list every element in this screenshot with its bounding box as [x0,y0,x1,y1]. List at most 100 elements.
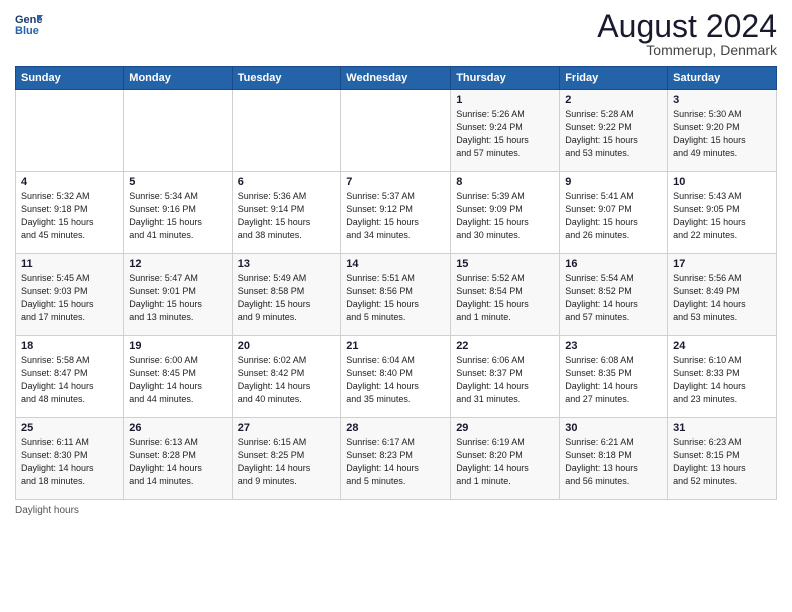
day-cell-2: 2Sunrise: 5:28 AM Sunset: 9:22 PM Daylig… [560,90,668,172]
empty-cell [124,90,232,172]
day-info-15: Sunrise: 5:52 AM Sunset: 8:54 PM Dayligh… [456,272,554,324]
empty-cell [16,90,124,172]
day-cell-22: 22 Sunrise: 6:06 AM Sunset: 8:37 PM Dayli… [451,336,560,418]
logo: General Blue [15,10,47,38]
day-info-10: Sunrise: 5:43 AM Sunset: 9:05 PM Dayligh… [673,190,771,242]
day-info-6: Sunrise: 5:36 AM Sunset: 9:14 PM Dayligh… [238,190,336,242]
day-number-14: 14 [346,258,445,270]
weekday-header-row: SundayMondayTuesdayWednesdayThursdayFrid… [16,67,777,90]
day-number-11: 11 [21,258,118,270]
day-info-30: Sunrise: 6:21 AM Sunset: 8:18 PM Dayligh… [565,436,662,488]
day-info-4: Sunrise: 5:32 AM Sunset: 9:18 PM Dayligh… [21,190,118,242]
day-number-30: 30 [565,422,662,434]
day-info-24: Sunrise: 6:10 AM Sunset: 8:33 PM Dayligh… [673,354,771,406]
day-cell-19: 19 Sunrise: 6:00 AM Sunset: 8:45 PM Dayli… [124,336,232,418]
day-cell-10: 10 Sunrise: 5:43 AM Sunset: 9:05 PM Dayli… [668,172,777,254]
weekday-thursday: Thursday [451,67,560,90]
week-row-2: 4 Sunrise: 5:32 AM Sunset: 9:18 PM Daylig… [16,172,777,254]
day-info-11: Sunrise: 5:45 AM Sunset: 9:03 PM Dayligh… [21,272,118,324]
day-cell-6: 6Sunrise: 5:36 AM Sunset: 9:14 PM Daylig… [232,172,341,254]
day-number-4: 4 [21,176,118,188]
calendar-table: SundayMondayTuesdayWednesdayThursdayFrid… [15,66,777,500]
weekday-saturday: Saturday [668,67,777,90]
day-number-7: 7 [346,176,445,188]
day-number-12: 12 [129,258,226,270]
empty-cell [232,90,341,172]
day-cell-30: 30 Sunrise: 6:21 AM Sunset: 8:18 PM Dayli… [560,418,668,500]
day-cell-16: 16 Sunrise: 5:54 AM Sunset: 8:52 PM Dayli… [560,254,668,336]
day-info-7: Sunrise: 5:37 AM Sunset: 9:12 PM Dayligh… [346,190,445,242]
footer-text: Daylight hours [15,505,79,516]
day-info-13: Sunrise: 5:49 AM Sunset: 8:58 PM Dayligh… [238,272,336,324]
day-number-8: 8 [456,176,554,188]
day-cell-21: 21Sunrise: 6:04 AM Sunset: 8:40 PM Dayli… [341,336,451,418]
day-cell-17: 17 Sunrise: 5:56 AM Sunset: 8:49 PM Dayli… [668,254,777,336]
location: Tommerup, Denmark [597,42,777,58]
weekday-friday: Friday [560,67,668,90]
day-cell-26: 26Sunrise: 6:13 AM Sunset: 8:28 PM Dayli… [124,418,232,500]
day-info-21: Sunrise: 6:04 AM Sunset: 8:40 PM Dayligh… [346,354,445,406]
day-info-16: Sunrise: 5:54 AM Sunset: 8:52 PM Dayligh… [565,272,662,324]
week-row-1: 1Sunrise: 5:26 AM Sunset: 9:24 PM Daylig… [16,90,777,172]
day-cell-27: 27Sunrise: 6:15 AM Sunset: 8:25 PM Dayli… [232,418,341,500]
day-info-17: Sunrise: 5:56 AM Sunset: 8:49 PM Dayligh… [673,272,771,324]
day-cell-18: 18Sunrise: 5:58 AM Sunset: 8:47 PM Dayli… [16,336,124,418]
day-cell-23: 23 Sunrise: 6:08 AM Sunset: 8:35 PM Dayli… [560,336,668,418]
weekday-wednesday: Wednesday [341,67,451,90]
title-block: August 2024 Tommerup, Denmark [597,10,777,58]
day-cell-12: 12 Sunrise: 5:47 AM Sunset: 9:01 PM Dayli… [124,254,232,336]
day-cell-9: 9Sunrise: 5:41 AM Sunset: 9:07 PM Daylig… [560,172,668,254]
day-info-28: Sunrise: 6:17 AM Sunset: 8:23 PM Dayligh… [346,436,445,488]
day-cell-25: 25 Sunrise: 6:11 AM Sunset: 8:30 PM Dayli… [16,418,124,500]
day-number-19: 19 [129,340,226,352]
svg-text:Blue: Blue [15,25,39,37]
day-cell-29: 29 Sunrise: 6:19 AM Sunset: 8:20 PM Dayli… [451,418,560,500]
month-title: August 2024 [597,10,777,42]
day-info-1: Sunrise: 5:26 AM Sunset: 9:24 PM Dayligh… [456,108,554,160]
day-number-17: 17 [673,258,771,270]
day-number-29: 29 [456,422,554,434]
day-info-2: Sunrise: 5:28 AM Sunset: 9:22 PM Dayligh… [565,108,662,160]
day-info-5: Sunrise: 5:34 AM Sunset: 9:16 PM Dayligh… [129,190,226,242]
day-cell-28: 28Sunrise: 6:17 AM Sunset: 8:23 PM Dayli… [341,418,451,500]
weekday-tuesday: Tuesday [232,67,341,90]
day-number-16: 16 [565,258,662,270]
day-number-18: 18 [21,340,118,352]
day-cell-24: 24 Sunrise: 6:10 AM Sunset: 8:33 PM Dayli… [668,336,777,418]
calendar-body: 1Sunrise: 5:26 AM Sunset: 9:24 PM Daylig… [16,90,777,500]
day-cell-7: 7 Sunrise: 5:37 AM Sunset: 9:12 PM Daylig… [341,172,451,254]
day-number-15: 15 [456,258,554,270]
week-row-4: 18Sunrise: 5:58 AM Sunset: 8:47 PM Dayli… [16,336,777,418]
day-cell-11: 11 Sunrise: 5:45 AM Sunset: 9:03 PM Dayli… [16,254,124,336]
day-number-24: 24 [673,340,771,352]
day-info-14: Sunrise: 5:51 AM Sunset: 8:56 PM Dayligh… [346,272,445,324]
day-number-26: 26 [129,422,226,434]
day-cell-3: 3 Sunrise: 5:30 AM Sunset: 9:20 PM Daylig… [668,90,777,172]
day-number-23: 23 [565,340,662,352]
day-cell-4: 4 Sunrise: 5:32 AM Sunset: 9:18 PM Daylig… [16,172,124,254]
day-cell-14: 14 Sunrise: 5:51 AM Sunset: 8:56 PM Dayli… [341,254,451,336]
day-info-29: Sunrise: 6:19 AM Sunset: 8:20 PM Dayligh… [456,436,554,488]
weekday-monday: Monday [124,67,232,90]
day-number-25: 25 [21,422,118,434]
day-info-19: Sunrise: 6:00 AM Sunset: 8:45 PM Dayligh… [129,354,226,406]
day-info-22: Sunrise: 6:06 AM Sunset: 8:37 PM Dayligh… [456,354,554,406]
day-cell-1: 1Sunrise: 5:26 AM Sunset: 9:24 PM Daylig… [451,90,560,172]
day-info-23: Sunrise: 6:08 AM Sunset: 8:35 PM Dayligh… [565,354,662,406]
day-cell-13: 13 Sunrise: 5:49 AM Sunset: 8:58 PM Dayli… [232,254,341,336]
calendar-header: SundayMondayTuesdayWednesdayThursdayFrid… [16,67,777,90]
day-info-12: Sunrise: 5:47 AM Sunset: 9:01 PM Dayligh… [129,272,226,324]
day-info-25: Sunrise: 6:11 AM Sunset: 8:30 PM Dayligh… [21,436,118,488]
empty-cell [341,90,451,172]
day-number-22: 22 [456,340,554,352]
day-number-3: 3 [673,94,771,106]
day-info-20: Sunrise: 6:02 AM Sunset: 8:42 PM Dayligh… [238,354,336,406]
day-number-10: 10 [673,176,771,188]
day-number-31: 31 [673,422,771,434]
day-cell-5: 5Sunrise: 5:34 AM Sunset: 9:16 PM Daylig… [124,172,232,254]
day-info-3: Sunrise: 5:30 AM Sunset: 9:20 PM Dayligh… [673,108,771,160]
day-number-13: 13 [238,258,336,270]
day-info-8: Sunrise: 5:39 AM Sunset: 9:09 PM Dayligh… [456,190,554,242]
day-cell-15: 15 Sunrise: 5:52 AM Sunset: 8:54 PM Dayli… [451,254,560,336]
day-number-9: 9 [565,176,662,188]
